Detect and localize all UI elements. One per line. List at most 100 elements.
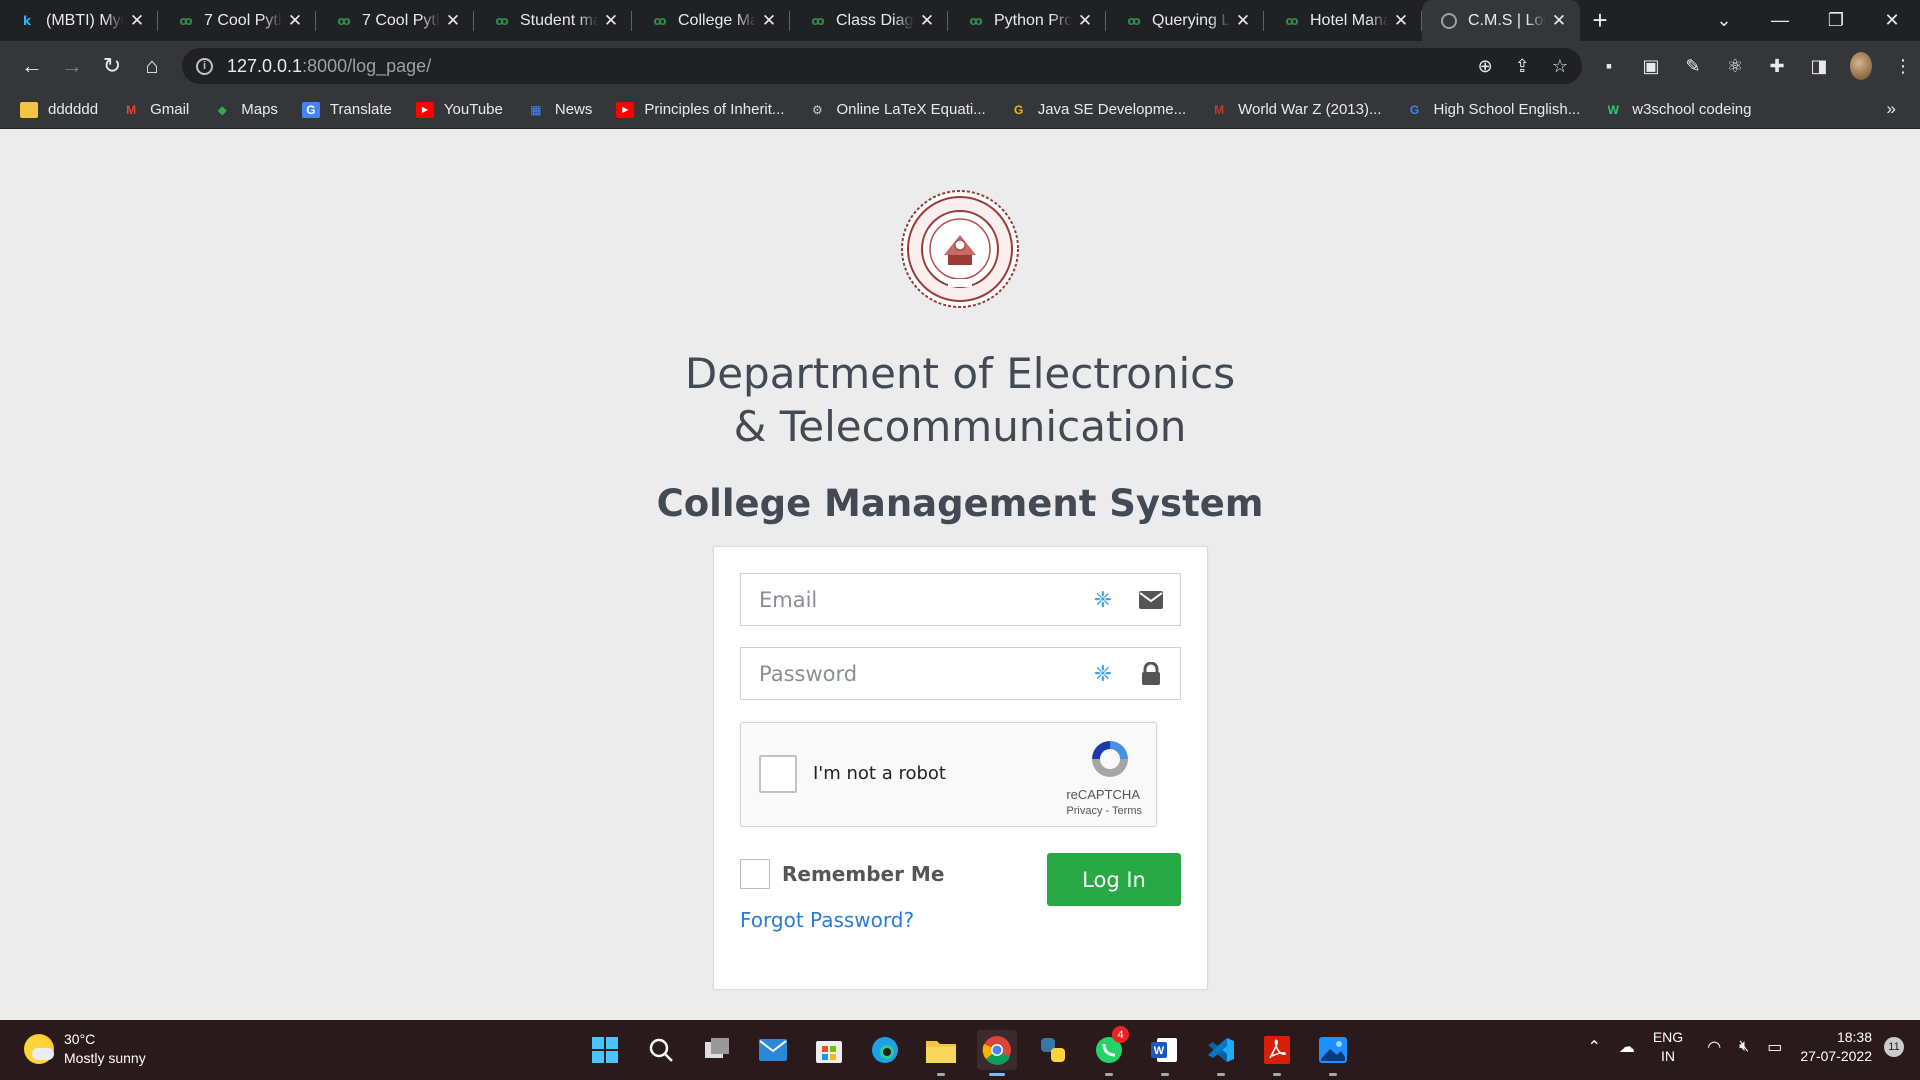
language-indicator[interactable]: ENG IN <box>1653 1028 1683 1066</box>
share-icon[interactable]: ⇪ <box>1515 56 1530 77</box>
close-icon[interactable]: ✕ <box>128 11 146 31</box>
close-icon[interactable]: ✕ <box>760 11 778 31</box>
tab-title: 7 Cool Python <box>204 11 282 29</box>
start-button[interactable] <box>585 1030 625 1070</box>
email-field[interactable] <box>741 574 1094 625</box>
bookmark-label: World War Z (2013)... <box>1238 101 1382 118</box>
forward-button[interactable]: → <box>52 46 92 86</box>
w-icon: W <box>1607 102 1619 117</box>
bookmark-item[interactable]: M Gmail <box>122 101 189 118</box>
close-icon[interactable]: ✕ <box>286 11 304 31</box>
battery-icon[interactable]: ▭ <box>1767 1037 1782 1057</box>
browser-tab[interactable]: ꝏ 7 Cool Python ✕ <box>158 0 316 41</box>
autofill-spark-icon[interactable]: ❈ <box>1094 661 1112 687</box>
sidebar-icon[interactable]: ◨ <box>1808 55 1830 77</box>
back-button[interactable]: ← <box>12 46 52 86</box>
close-icon[interactable]: ✕ <box>602 11 620 31</box>
word-icon[interactable]: W <box>1145 1030 1185 1076</box>
language-code: ENG <box>1652 1029 1684 1045</box>
autofill-spark-icon[interactable]: ❈ <box>1094 587 1112 613</box>
tab-title: Hotel Mana <box>1310 11 1388 29</box>
bookmark-item[interactable]: ▦ News <box>527 101 592 118</box>
volume-muted-icon[interactable]: 🔇︎ <box>1739 1038 1749 1056</box>
forgot-password-link[interactable]: Forgot Password? <box>740 908 914 932</box>
remember-me-label[interactable]: Remember Me <box>782 862 944 886</box>
window-close-button[interactable]: ✕ <box>1864 10 1920 31</box>
task-view-icon[interactable] <box>697 1030 737 1070</box>
browser-tab[interactable]: ꝏ Python Proc ✕ <box>948 0 1106 41</box>
whatsapp-icon[interactable]: 4 <box>1089 1026 1129 1076</box>
bookmark-label: Gmail <box>150 101 190 118</box>
recaptcha-privacy-terms[interactable]: Privacy - Terms <box>1066 805 1142 817</box>
menu-kebab-icon[interactable]: ⋮ <box>1892 55 1914 77</box>
bookmarks-overflow-icon[interactable]: » <box>1887 99 1896 119</box>
browser-tab[interactable]: ꝏ Hotel Mana ✕ <box>1264 0 1422 41</box>
browser-tab[interactable]: k (MBTI) Myers ✕ <box>0 0 158 41</box>
bookmark-item[interactable]: dddddd <box>20 101 98 118</box>
clock[interactable]: 18:38 27-07-2022 <box>1800 1028 1872 1066</box>
bookmark-item[interactable]: G Translate <box>301 101 392 118</box>
file-explorer-icon[interactable] <box>921 1030 961 1076</box>
bookmark-item[interactable]: ▶ Principles of Inherit... <box>616 101 784 118</box>
wifi-icon[interactable]: ◠ <box>1707 1037 1721 1057</box>
password-field[interactable] <box>741 648 1094 699</box>
address-bar[interactable]: i 127.0.0.1:8000/log_page/ ⊕ ⇪ ☆ <box>182 48 1582 84</box>
puzzle-icon[interactable]: ✚ <box>1766 55 1788 77</box>
bookmark-item[interactable]: G High School English... <box>1405 101 1580 118</box>
pen-icon[interactable]: ✎ <box>1682 55 1704 77</box>
login-button[interactable]: Log In <box>1047 853 1181 906</box>
minimize-button[interactable]: — <box>1752 10 1808 31</box>
onedrive-icon[interactable]: ☁ <box>1619 1037 1635 1057</box>
close-icon[interactable]: ✕ <box>1076 11 1094 31</box>
extension-icon[interactable]: ▣ <box>1640 55 1662 77</box>
recaptcha-checkbox[interactable] <box>759 755 797 793</box>
vscode-icon[interactable] <box>1201 1030 1241 1076</box>
remember-me-checkbox[interactable] <box>740 859 770 889</box>
python-icon[interactable] <box>1033 1030 1073 1070</box>
store-icon[interactable] <box>809 1030 849 1070</box>
restore-button[interactable]: ❐ <box>1808 10 1864 31</box>
close-icon[interactable]: ✕ <box>918 11 936 31</box>
url-host: 127.0.0.1 <box>227 55 303 76</box>
gfg-icon: ꝏ <box>179 13 192 28</box>
reload-button[interactable]: ↻ <box>92 46 132 86</box>
url-path: :8000/log_page/ <box>302 55 432 76</box>
profile-avatar[interactable] <box>1850 52 1872 80</box>
bookmark-item[interactable]: ◆ Maps <box>213 101 278 118</box>
extension-icon[interactable]: ▪ <box>1598 55 1620 77</box>
chrome-icon[interactable] <box>977 1030 1017 1076</box>
k-icon: k <box>23 13 31 28</box>
bookmark-item[interactable]: ▶ YouTube <box>415 101 503 118</box>
tab-title: Querying Li <box>1152 11 1230 29</box>
browser-tab-active[interactable]: C.M.S | Log ✕ <box>1422 0 1580 41</box>
info-icon[interactable]: i <box>196 57 213 75</box>
mail-icon[interactable] <box>753 1030 793 1070</box>
edge-icon[interactable] <box>865 1030 905 1070</box>
close-icon[interactable]: ✕ <box>444 11 462 31</box>
browser-tab[interactable]: ꝏ 7 Cool Python ✕ <box>316 0 474 41</box>
acrobat-icon[interactable] <box>1257 1030 1297 1076</box>
react-icon[interactable]: ⚛ <box>1724 55 1746 77</box>
home-button[interactable]: ⌂ <box>132 46 172 86</box>
bookmark-item[interactable]: G Java SE Developme... <box>1010 101 1186 118</box>
notification-count[interactable]: 11 <box>1884 1037 1904 1057</box>
weather-widget[interactable]: 30°C Mostly sunny <box>24 1030 146 1068</box>
search-icon[interactable] <box>641 1030 681 1070</box>
browser-tab[interactable]: ꝏ Querying Li ✕ <box>1106 0 1264 41</box>
close-icon[interactable]: ✕ <box>1234 11 1252 31</box>
tab-search-icon[interactable]: ⌄ <box>1696 10 1752 31</box>
browser-tab[interactable]: ꝏ Student man ✕ <box>474 0 632 41</box>
bookmark-item[interactable]: Ww3school codeing <box>1604 101 1752 118</box>
college-seal-logo <box>901 190 1019 308</box>
new-tab-button[interactable]: + <box>1580 0 1620 41</box>
zoom-icon[interactable]: ⊕ <box>1478 56 1493 77</box>
close-icon[interactable]: ✕ <box>1550 11 1568 31</box>
star-icon[interactable]: ☆ <box>1552 56 1568 77</box>
close-icon[interactable]: ✕ <box>1392 11 1410 31</box>
browser-tab[interactable]: ꝏ Class Diagra ✕ <box>790 0 948 41</box>
photos-icon[interactable] <box>1313 1030 1353 1076</box>
chevron-up-icon[interactable]: ⌃ <box>1587 1037 1600 1057</box>
bookmark-item[interactable]: M World War Z (2013)... <box>1210 101 1381 118</box>
browser-tab[interactable]: ꝏ College Man ✕ <box>632 0 790 41</box>
bookmark-item[interactable]: ⚙ Online LaTeX Equati... <box>808 101 986 118</box>
